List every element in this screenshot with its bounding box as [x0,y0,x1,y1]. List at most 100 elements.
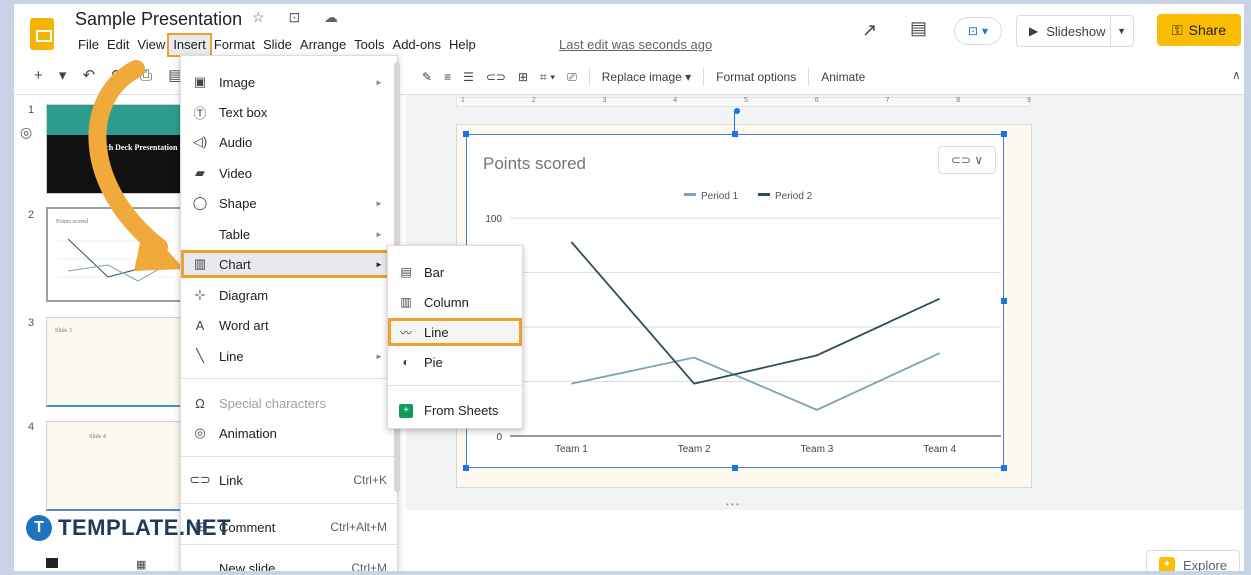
slide-animation-icon[interactable]: ◎ [20,124,32,141]
menu-file[interactable]: File [74,35,103,55]
present-icon: ⊡ [967,24,979,38]
insert-menu-item-chart[interactable]: ▥ Chart ► [181,250,397,278]
chart-submenu-item-line[interactable]: 〰 Line [388,318,522,346]
insert-menu-item-animation[interactable]: ◎ Animation [181,419,397,447]
insert-menu-item-diagram[interactable]: ⊹ Diagram [181,281,397,309]
insert-menu-item-word-art[interactable]: A Word art [181,311,397,339]
slide-number: 2 [28,209,35,221]
slideshow-divider [1110,16,1111,46]
menu-view[interactable]: View [133,35,169,55]
panel-resize-dots[interactable]: • • • [726,500,739,509]
special-characters-icon: Ω [195,395,205,411]
animate-button[interactable]: Animate [821,70,865,84]
line-chart-icon: 〰 [399,325,412,340]
menu-item-label: Shape [219,195,257,211]
insert-menu-item-link[interactable]: ⊂⊃ Link Ctrl+K [181,466,397,494]
menu-help[interactable]: Help [445,35,480,55]
watermark-text: TEMPLATE.NET [58,515,232,540]
pen-icon[interactable]: ✎ [422,70,432,84]
menu-insert[interactable]: Insert [167,33,212,57]
slideshow-label: Slideshow [1046,23,1106,39]
word-art-icon: A [195,317,205,333]
replace-image-button[interactable]: Replace image ▾ [602,70,691,84]
title-action-icons[interactable]: ☆ ⊡ ☁ [252,9,348,26]
activity-trend-icon[interactable]: ↗ [862,20,877,41]
insert-menu-item-audio[interactable]: ◁) Audio [181,128,397,156]
document-title[interactable]: Sample Presentation [75,9,242,30]
line-dash-icon[interactable]: ☰ [463,70,474,84]
legend-swatch [684,193,696,196]
legend-label: Period 2 [775,191,813,202]
comment-history-icon[interactable]: ▤ [910,18,927,39]
slideshow-button[interactable]: ▶ Slideshow ▼ [1016,15,1134,47]
app-window: Sample Presentation ☆ ⊡ ☁ File Edit View In… [14,4,1244,571]
chart-submenu-item-bar[interactable]: ▤ Bar [388,258,522,286]
menu-tools[interactable]: Tools [350,35,388,55]
series-line-period-2 [570,241,941,385]
share-label: Share [1188,22,1226,38]
menu-format[interactable]: Format [210,35,259,55]
horizontal-ruler: 123456789 [456,97,1031,107]
slide-thumbnail-3[interactable]: Slide 3 [46,317,186,407]
rotate-handle-line [734,112,735,132]
chart-submenu-item-from-sheets[interactable]: + From Sheets [388,396,522,424]
insert-menu-item-new-slide[interactable]: New slide Ctrl+M [181,554,397,572]
menu-item-label: Image [219,74,256,90]
menu-item-label: Text box [219,104,268,120]
menu-separator [181,378,397,379]
orange-arrow-annotation [88,60,184,271]
bar-chart-icon: ▤ [400,265,412,279]
chart-submenu-item-column[interactable]: ▥ Column [388,288,522,316]
chevron-down-icon: ▾ [982,24,989,38]
collapse-toolbar-icon[interactable]: ∧ [1232,68,1241,82]
insert-menu-item-table[interactable]: Table ► [181,220,397,248]
menu-item-label: Line [219,348,244,364]
menu-item-label: Link [219,472,243,488]
explore-label: Explore [1183,557,1228,572]
x-tick-label: Team 1 [555,444,588,455]
toolbar-divider [588,68,590,86]
explore-button[interactable]: ✦ Explore [1146,550,1240,571]
last-edit-link[interactable]: Last edit was seconds ago [559,37,712,52]
menu-edit[interactable]: Edit [103,35,133,55]
chart-submenu-item-pie[interactable]: ◐ Pie [388,348,522,376]
template-logo-icon: T [26,515,52,541]
audio-icon: ◁) [192,134,208,149]
menu-item-label: Special characters [219,395,326,411]
add-comment-icon[interactable]: ⊞ [518,70,528,84]
pie-chart-icon: ◐ [402,355,410,369]
slide-thumbnail-4[interactable]: Slide 4 [46,421,186,511]
link-icon[interactable]: ⊂⊃ [486,70,506,84]
insert-menu-item-shape[interactable]: ◯ Shape ► [181,189,397,217]
grid-view-icon[interactable]: ▦ [136,558,146,571]
line-weight-icon[interactable]: ≡ [444,70,451,84]
insert-menu-item-text-box[interactable]: Ⓣ Text box [181,98,397,126]
slideshow-dropdown-icon[interactable]: ▼ [1117,26,1126,36]
slide-number: 1 [28,104,35,116]
menu-item-label: New slide [219,560,276,572]
insert-menu-item-video[interactable]: ▰ Video [181,159,397,187]
submenu-item-label: Pie [424,354,443,370]
share-button[interactable]: ⚿ Share [1157,14,1241,46]
menu-add-ons[interactable]: Add-ons [389,35,445,55]
text-box-icon: Ⓣ [193,105,207,121]
insert-menu-item-line[interactable]: ╲ Line ► [181,342,397,370]
insert-menu-item-image[interactable]: ▣ Image ► [181,68,397,96]
filmstrip-view-icon[interactable] [46,558,58,568]
slides-logo-icon[interactable] [30,18,54,50]
animation-icon: ◎ [194,425,206,440]
menu-slide[interactable]: Slide [259,35,296,55]
insert-menu-item-special-characters[interactable]: Ω Special characters [181,389,397,417]
menu-separator [181,503,397,504]
menu-arrange[interactable]: Arrange [296,35,350,55]
menu-item-label: Chart [219,256,251,272]
present-to-meeting-button[interactable]: ⊡ ▾ [954,17,1002,45]
menu-item-label: Audio [219,134,253,150]
thumb-title: Slide 3 [55,328,72,334]
mask-image-icon[interactable]: ⎚ [567,70,577,85]
format-options-button[interactable]: Format options [716,70,796,84]
crop-icon[interactable]: ⌗ ▾ [540,70,555,85]
slide-number: 4 [28,421,35,433]
toolbar-divider [703,68,705,86]
play-icon: ▶ [1029,24,1039,38]
